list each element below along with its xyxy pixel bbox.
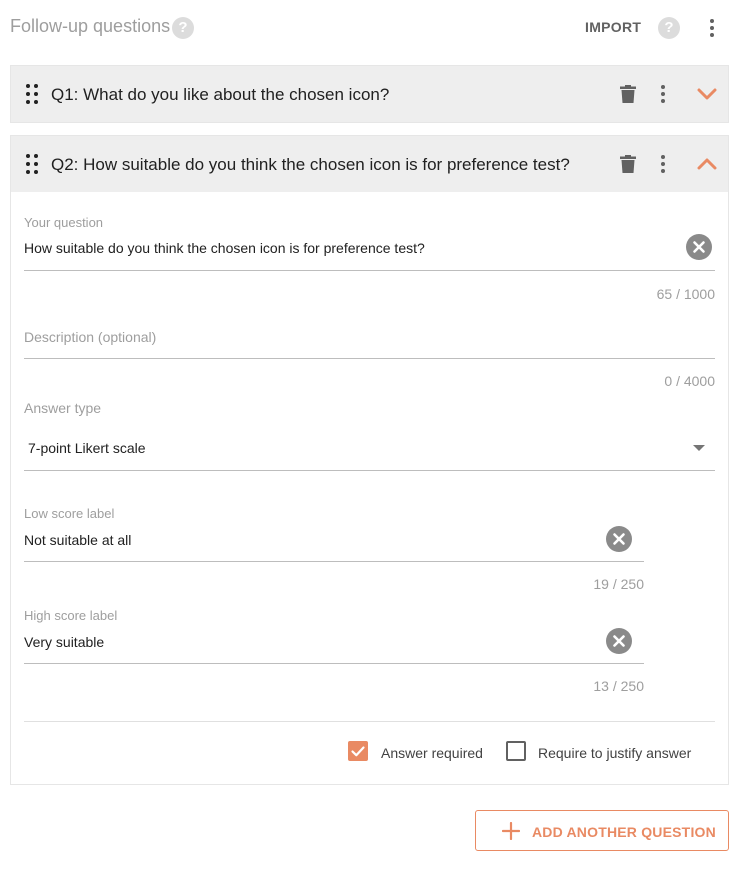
trash-icon[interactable] [620, 155, 636, 173]
question-more-icon[interactable] [661, 155, 665, 173]
answer-type-underline [24, 470, 715, 471]
clear-icon[interactable] [686, 234, 712, 260]
question-header-1[interactable]: Q1: What do you like about the chosen ic… [11, 66, 728, 122]
help-icon[interactable]: ? [172, 17, 194, 39]
question-input[interactable]: How suitable do you think the chosen ico… [24, 240, 425, 256]
section-header: Follow-up questions ? IMPORT ? [10, 12, 730, 44]
question-card-1: Q1: What do you like about the chosen ic… [10, 65, 729, 123]
answer-type-select[interactable]: 7-point Likert scale [28, 440, 146, 456]
question-char-counter: 65 / 1000 [656, 286, 715, 302]
high-score-label: High score label [24, 608, 118, 623]
low-score-underline [24, 561, 644, 562]
answer-required-label[interactable]: Answer required [381, 745, 483, 761]
drag-handle-icon[interactable] [26, 154, 38, 174]
description-underline [24, 358, 715, 359]
question-title: Q1: What do you like about the chosen ic… [51, 85, 390, 104]
question-title: Q2: How suitable do you think the chosen… [51, 155, 570, 174]
more-options-icon[interactable] [710, 19, 714, 37]
question-label: Your question [24, 215, 104, 230]
answer-type-label: Answer type [24, 400, 102, 416]
add-question-button[interactable]: ADD ANOTHER QUESTION [475, 810, 729, 851]
section-title: Follow-up questions [10, 16, 171, 36]
add-question-label: ADD ANOTHER QUESTION [532, 824, 716, 840]
question-more-icon[interactable] [661, 85, 665, 103]
answer-required-checkbox[interactable] [348, 741, 368, 761]
high-score-underline [24, 663, 644, 664]
low-score-char-counter: 19 / 250 [593, 576, 644, 592]
description-input[interactable]: Description (optional) [24, 329, 156, 345]
justify-answer-label[interactable]: Require to justify answer [538, 745, 691, 761]
question-header-2[interactable]: Q2: How suitable do you think the chosen… [11, 136, 728, 192]
import-button[interactable]: IMPORT [585, 19, 641, 35]
low-score-label: Low score label [24, 506, 115, 521]
chevron-down-icon[interactable] [697, 86, 717, 102]
plus-icon [502, 822, 520, 840]
high-score-char-counter: 13 / 250 [593, 678, 644, 694]
caret-down-icon[interactable] [693, 445, 705, 451]
question-card-2: Q2: How suitable do you think the chosen… [10, 135, 729, 785]
drag-handle-icon[interactable] [26, 84, 38, 104]
clear-icon[interactable] [606, 628, 632, 654]
justify-answer-checkbox[interactable] [506, 741, 526, 761]
question-input-underline [24, 270, 715, 271]
chevron-up-icon[interactable] [697, 156, 717, 172]
clear-icon[interactable] [606, 526, 632, 552]
low-score-input[interactable]: Not suitable at all [24, 532, 131, 548]
options-divider [24, 721, 715, 722]
trash-icon[interactable] [620, 85, 636, 103]
high-score-input[interactable]: Very suitable [24, 634, 104, 650]
import-help-icon[interactable]: ? [658, 17, 680, 39]
description-char-counter: 0 / 4000 [664, 373, 715, 389]
